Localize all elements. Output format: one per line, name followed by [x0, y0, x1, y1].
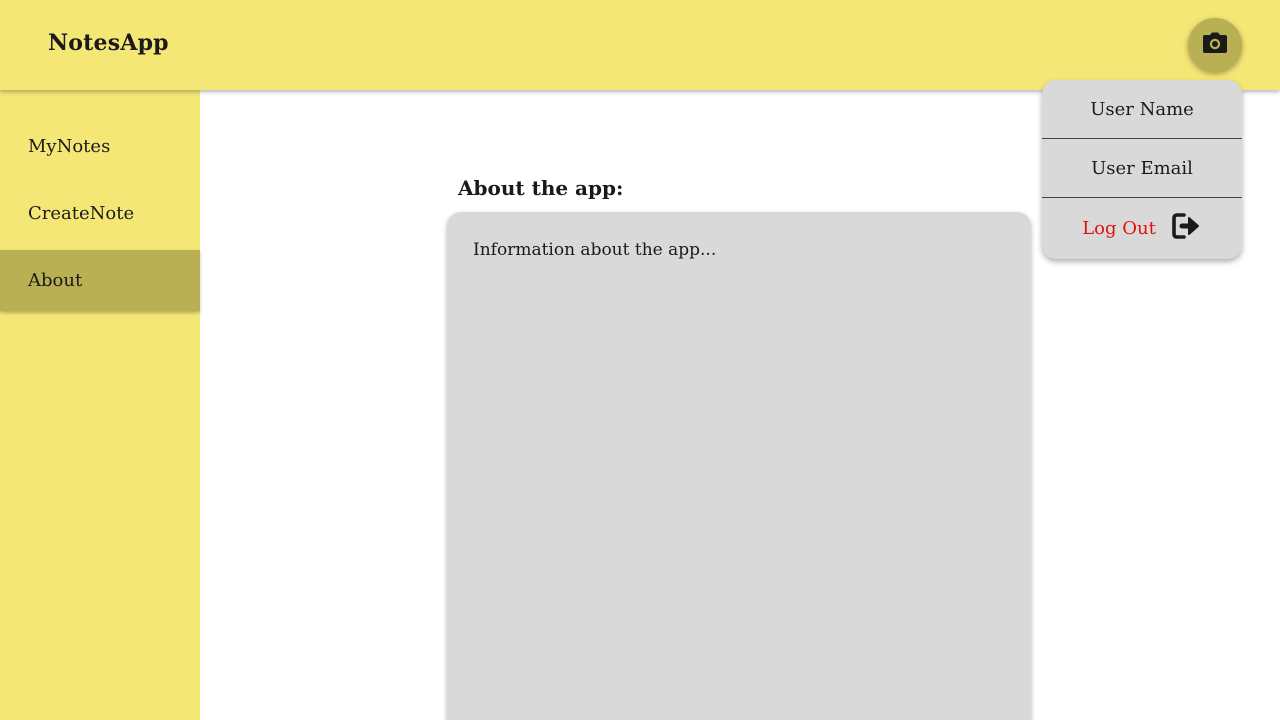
profile-photo-button[interactable]: [1188, 18, 1242, 72]
app-title: NotesApp: [48, 30, 169, 56]
logout-label: Log Out: [1082, 217, 1156, 239]
about-text: Information about the app...: [473, 240, 717, 260]
user-dropdown-menu: User Name User Email Log Out: [1042, 80, 1242, 259]
top-header: NotesApp: [0, 0, 1280, 90]
sidebar: MyNotes CreateNote About: [0, 90, 200, 720]
sidebar-item-about[interactable]: About: [0, 250, 200, 311]
sidebar-item-mynotes[interactable]: MyNotes: [0, 116, 200, 177]
logout-icon: [1172, 212, 1202, 245]
camera-icon: [1202, 32, 1228, 58]
app-root: NotesApp MyNotes CreateNote About About …: [0, 0, 1280, 720]
user-email: User Email: [1042, 139, 1242, 198]
sidebar-item-createnote[interactable]: CreateNote: [0, 183, 200, 244]
about-card: Information about the app...: [447, 212, 1031, 720]
logout-button[interactable]: Log Out: [1042, 198, 1242, 258]
user-name: User Name: [1042, 80, 1242, 139]
page-title: About the app:: [458, 176, 624, 200]
